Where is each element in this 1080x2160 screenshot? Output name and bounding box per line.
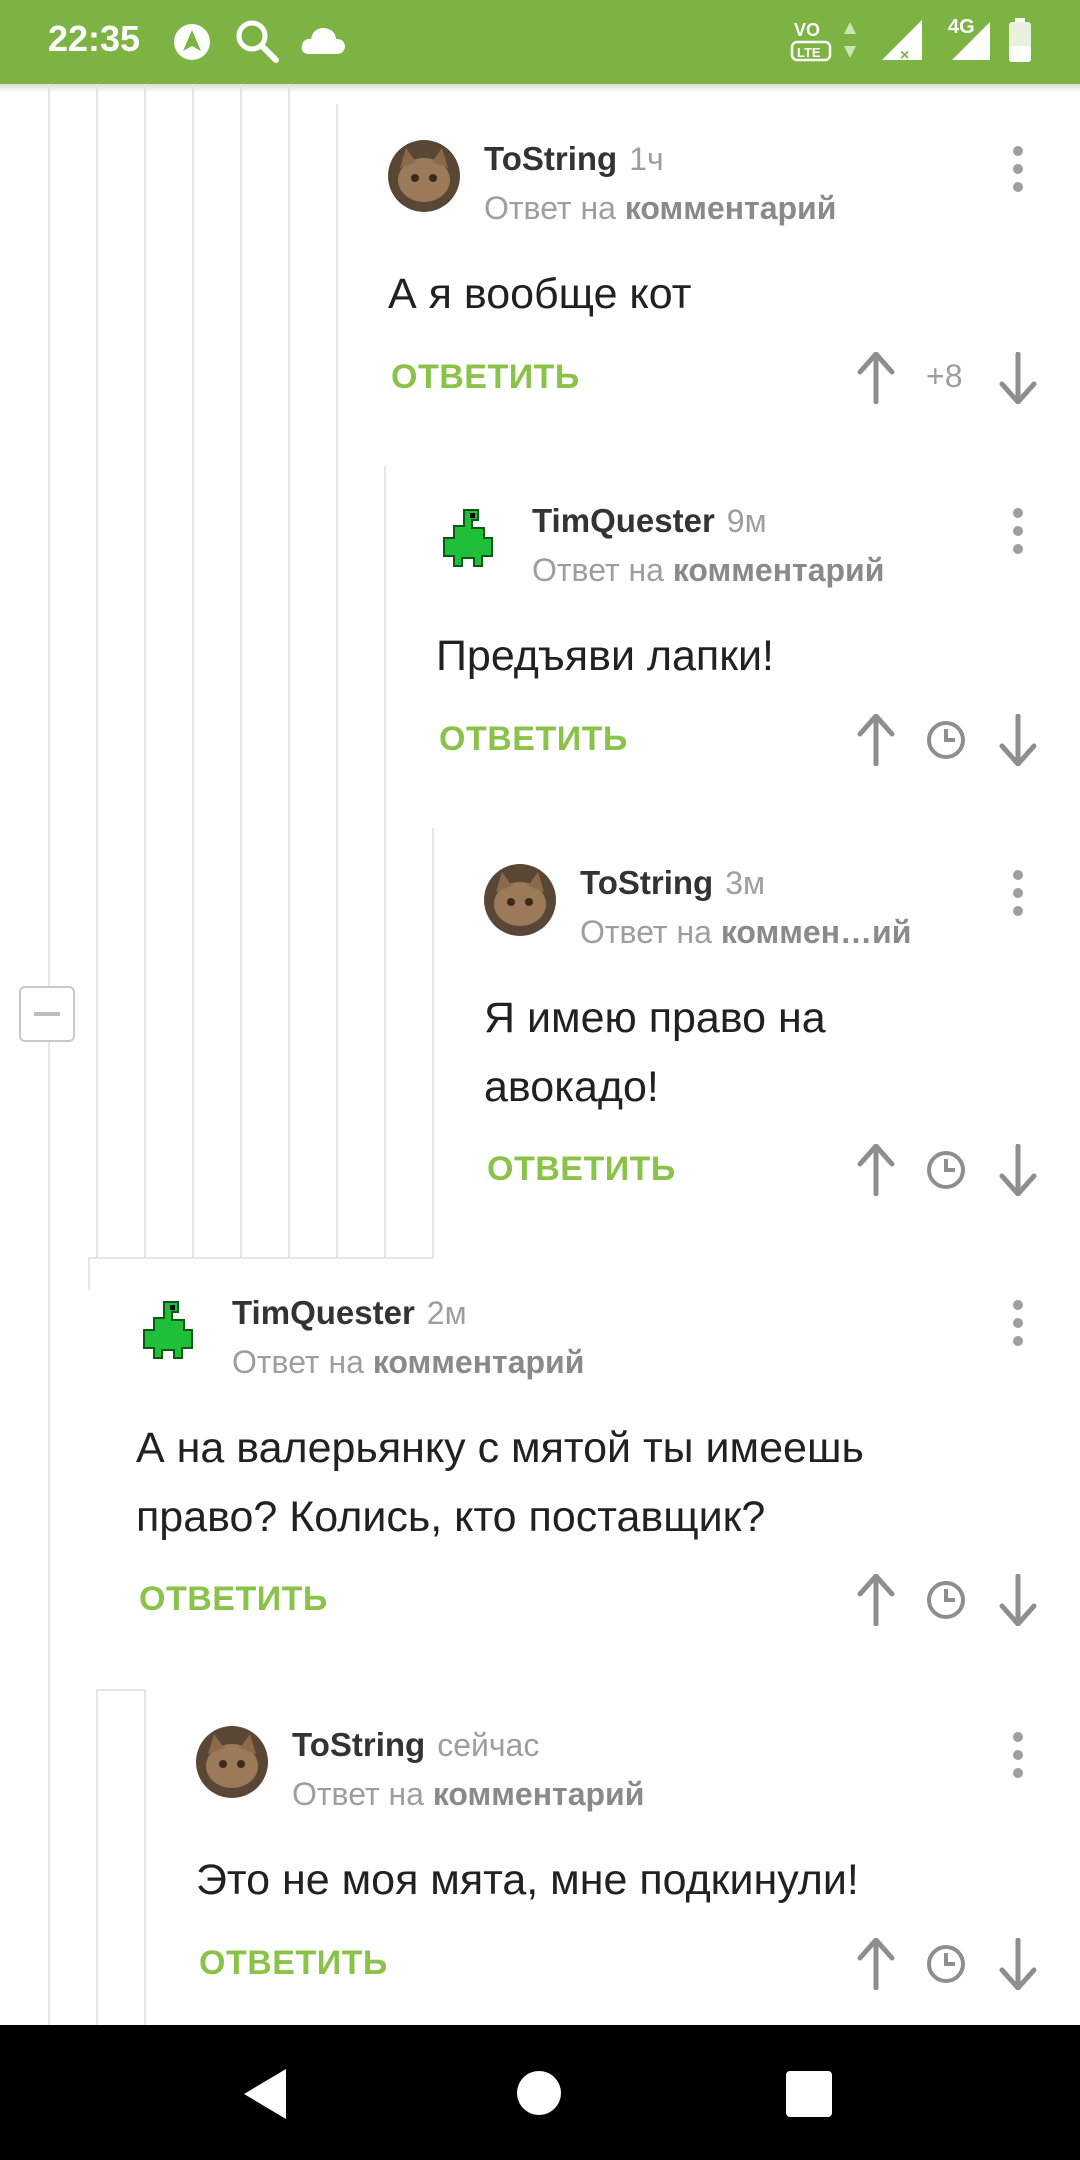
data-arrows-icon	[844, 22, 856, 58]
comment-time: сейчас	[437, 1727, 540, 1763]
thread-line	[144, 1689, 146, 2025]
comment-author[interactable]: ToString 3м	[580, 864, 765, 902]
reply-button[interactable]: ОТВЕТИТЬ	[199, 1944, 388, 1983]
more-options-icon[interactable]	[1012, 146, 1024, 196]
reply-button[interactable]: ОТВЕТИТЬ	[439, 720, 628, 759]
reply-button[interactable]: ОТВЕТИТЬ	[139, 1580, 328, 1619]
comment-author[interactable]: ToString 1ч	[484, 140, 664, 178]
signal-icon: ×	[882, 20, 922, 62]
comment-rating: +8	[926, 358, 963, 394]
upvote-icon[interactable]	[854, 1574, 898, 1626]
more-options-icon[interactable]	[1012, 870, 1024, 920]
downvote-icon[interactable]	[996, 714, 1040, 766]
thread-line	[96, 84, 98, 1258]
comment-text: Это не моя мята, мне подкинули!	[196, 1856, 859, 1904]
comment-time: 3м	[725, 865, 765, 901]
thread-line	[192, 84, 194, 1258]
comment-author[interactable]: TimQuester 2м	[232, 1294, 467, 1332]
reply-to-label: Ответ на комментарий	[232, 1344, 585, 1380]
upvote-icon[interactable]	[854, 352, 898, 404]
svg-text:×: ×	[900, 47, 909, 62]
reply-to-label: Ответ на комментарий	[532, 552, 885, 588]
reply-to-link[interactable]: комментарий	[625, 190, 837, 226]
avatar	[136, 1294, 208, 1366]
upvote-icon[interactable]	[854, 1144, 898, 1196]
thread-line	[88, 1257, 434, 1259]
reply-button[interactable]: ОТВЕТИТЬ	[487, 1150, 676, 1189]
upvote-icon[interactable]	[854, 714, 898, 766]
thread-line	[336, 104, 338, 1258]
svg-text:LTE: LTE	[797, 45, 821, 60]
thread-line	[48, 84, 50, 2025]
reply-to-label: Ответ на коммен…ий	[580, 914, 912, 950]
clock-icon	[927, 1581, 965, 1619]
recents-icon[interactable]	[786, 2071, 832, 2117]
reply-to-label: Ответ на комментарий	[484, 190, 837, 226]
clock-icon	[927, 721, 965, 759]
upvote-icon[interactable]	[854, 1938, 898, 1990]
downvote-icon[interactable]	[996, 352, 1040, 404]
collapse-thread-button[interactable]	[19, 986, 75, 1042]
reply-to-link[interactable]: комментарий	[673, 552, 885, 588]
reply-to-link[interactable]: коммен…ий	[721, 914, 912, 950]
reply-to-label: Ответ на комментарий	[292, 1776, 645, 1812]
battery-icon	[1009, 18, 1031, 62]
home-icon[interactable]	[516, 2070, 562, 2116]
downvote-icon[interactable]	[996, 1144, 1040, 1196]
comment-time: 2м	[426, 1295, 467, 1331]
navigation-icon	[174, 24, 210, 60]
reply-to-link[interactable]: комментарий	[373, 1344, 585, 1380]
cloud-icon	[301, 28, 345, 54]
avatar	[436, 502, 508, 574]
svg-text:VO: VO	[794, 20, 820, 40]
more-options-icon[interactable]	[1012, 1300, 1024, 1350]
comment-author[interactable]: ToString сейчас	[292, 1726, 539, 1764]
status-bar: 22:35 VO LTE × 4G	[0, 0, 1080, 84]
downvote-icon[interactable]	[996, 1574, 1040, 1626]
avatar	[388, 140, 460, 212]
more-options-icon[interactable]	[1012, 1732, 1024, 1782]
reply-to-link[interactable]: комментарий	[433, 1776, 645, 1812]
clock-icon	[927, 1151, 965, 1189]
comment-text: Предъяви лапки!	[436, 632, 774, 680]
comment-text: А я вообще кот	[388, 270, 692, 318]
back-icon[interactable]	[240, 2067, 290, 2121]
thread-line	[88, 1258, 90, 1290]
navigation-bar	[0, 2025, 1080, 2160]
comment-text: А на валерьянку с мятой ты имеешь право?…	[136, 1424, 864, 1541]
thread-line	[432, 828, 434, 1258]
clock-icon	[927, 1945, 965, 1983]
comment-text: Я имею право на авокадо!	[484, 994, 826, 1111]
thread-line	[384, 466, 386, 1258]
reply-button[interactable]: ОТВЕТИТЬ	[391, 358, 580, 397]
comment-time: 1ч	[629, 141, 664, 177]
comment-time: 9м	[726, 503, 767, 539]
thread-line	[96, 1689, 146, 1691]
more-options-icon[interactable]	[1012, 508, 1024, 558]
thread-line	[144, 84, 146, 1258]
avatar	[196, 1726, 268, 1798]
avatar	[484, 864, 556, 936]
downvote-icon[interactable]	[996, 1938, 1040, 1990]
signal-4g-icon	[952, 22, 990, 60]
comment-author[interactable]: TimQuester 9м	[532, 502, 767, 540]
thread-line	[240, 84, 242, 1258]
status-time: 22:35	[48, 18, 141, 59]
thread-line	[288, 84, 290, 1258]
volte-icon: VO LTE	[790, 20, 832, 62]
search-icon	[236, 20, 279, 63]
thread-line	[96, 1689, 98, 2025]
